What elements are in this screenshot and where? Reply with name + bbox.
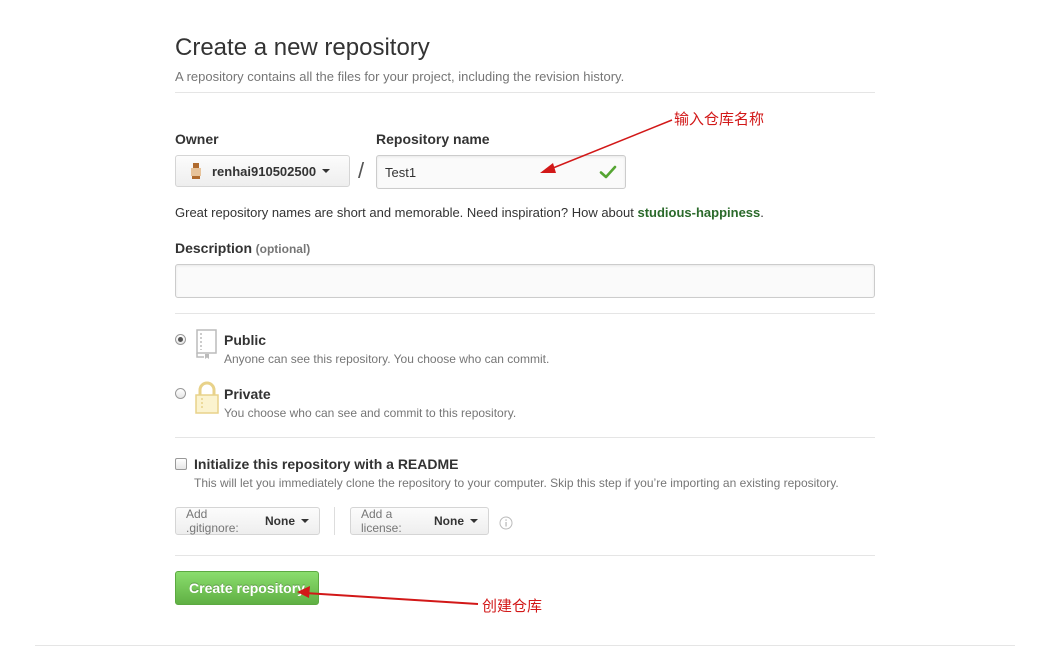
- create-annotation-arrow: [304, 592, 479, 605]
- create-annotation-text: 创建仓库: [482, 597, 543, 615]
- annotation-arrows: [297, 119, 673, 605]
- name-annotation-arrow: [547, 119, 673, 171]
- name-annotation-arrowhead: [540, 163, 556, 173]
- create-annotation-arrowhead: [297, 586, 310, 598]
- name-annotation-text: 输入仓库名称: [674, 110, 765, 128]
- footer-divider: [35, 645, 1015, 646]
